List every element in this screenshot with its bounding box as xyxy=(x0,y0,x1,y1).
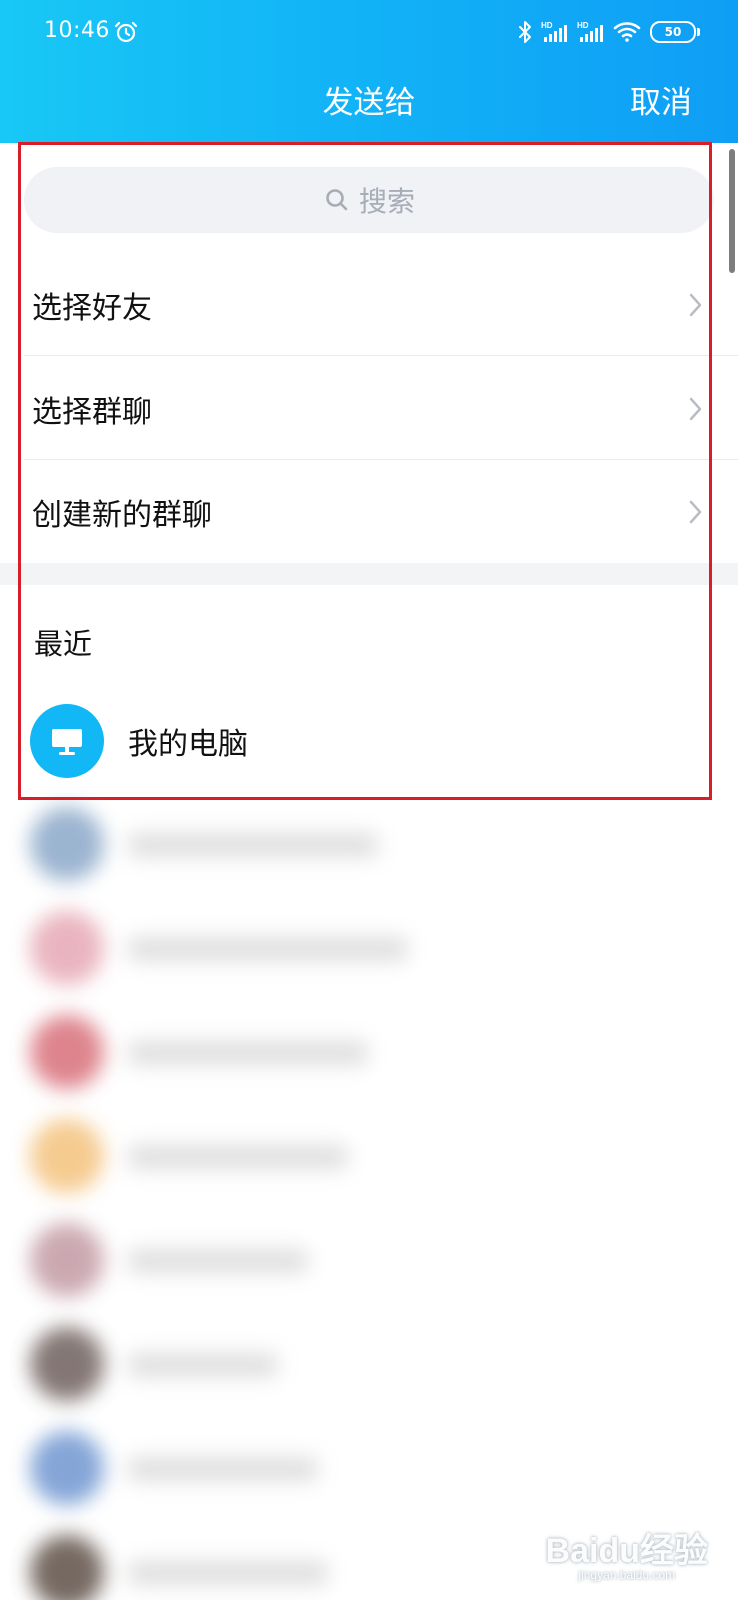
divider xyxy=(24,355,738,356)
menu-item-label: 选择好友 xyxy=(32,291,152,326)
list-item xyxy=(0,1209,738,1313)
scrollbar[interactable] xyxy=(729,149,735,273)
avatar xyxy=(30,1119,104,1193)
avatar xyxy=(30,911,104,985)
bluetooth-icon xyxy=(519,21,531,43)
chevron-right-icon xyxy=(689,500,702,524)
status-time: 10:46 xyxy=(44,18,110,43)
menu-item-label: 选择群聊 xyxy=(32,395,152,430)
contact-name: 我的电脑 xyxy=(128,727,248,762)
page-title: 发送给 xyxy=(322,85,416,121)
avatar xyxy=(30,1223,104,1297)
avatar xyxy=(30,1535,104,1600)
list-item xyxy=(0,1417,738,1521)
top-bar: 10:46 HD HD 50 发送给 取消 xyxy=(0,0,738,143)
alarm-icon xyxy=(114,21,138,43)
monitor-icon xyxy=(52,729,82,755)
avatar xyxy=(30,807,104,881)
screen: 10:46 HD HD 50 发送给 取消 搜索 选择好友 选择群聊 创建新的群… xyxy=(0,0,738,1600)
redacted-text xyxy=(128,937,408,961)
chevron-right-icon xyxy=(689,397,702,421)
redacted-text xyxy=(128,1561,328,1585)
share-list: 搜索 选择好友 选择群聊 创建新的群聊 最近 我的电脑 xyxy=(0,143,738,1600)
signal-icon: HD xyxy=(541,21,567,42)
select-groups-item[interactable]: 选择群聊 xyxy=(0,357,738,461)
redacted-text xyxy=(128,833,378,857)
list-item xyxy=(0,1313,738,1417)
search-placeholder: 搜索 xyxy=(358,185,415,218)
battery-icon: 50 xyxy=(650,21,700,43)
list-item xyxy=(0,1521,738,1600)
redacted-text xyxy=(128,1353,278,1377)
contact-row-my-computer[interactable]: 我的电脑 xyxy=(0,693,738,789)
select-friends-item[interactable]: 选择好友 xyxy=(0,253,738,357)
list-item xyxy=(0,793,738,897)
svg-text:HD: HD xyxy=(541,21,553,30)
redacted-text xyxy=(128,1249,308,1273)
avatar xyxy=(30,1015,104,1089)
search-icon xyxy=(326,189,348,211)
avatar xyxy=(30,1431,104,1505)
create-group-item[interactable]: 创建新的群聊 xyxy=(0,460,738,564)
cancel-button[interactable]: 取消 xyxy=(630,77,692,122)
redacted-text xyxy=(128,1041,368,1065)
list-item xyxy=(0,1001,738,1105)
svg-text:HD: HD xyxy=(577,21,589,30)
menu-item-label: 创建新的群聊 xyxy=(32,498,212,533)
list-item xyxy=(0,897,738,1001)
avatar xyxy=(30,704,104,778)
status-icons: HD HD 50 xyxy=(518,18,700,46)
list-item xyxy=(0,1105,738,1209)
wifi-icon xyxy=(613,22,641,42)
redacted-text xyxy=(128,1457,318,1481)
blurred-contact-list xyxy=(0,793,738,1600)
section-divider xyxy=(0,563,738,585)
search-input[interactable]: 搜索 xyxy=(24,167,714,233)
battery-level: 50 xyxy=(664,25,682,39)
redacted-text xyxy=(128,1145,348,1169)
avatar xyxy=(30,1327,104,1401)
signal-icon: HD xyxy=(577,21,603,42)
recent-section-label: 最近 xyxy=(34,627,93,661)
chevron-right-icon xyxy=(689,293,702,317)
